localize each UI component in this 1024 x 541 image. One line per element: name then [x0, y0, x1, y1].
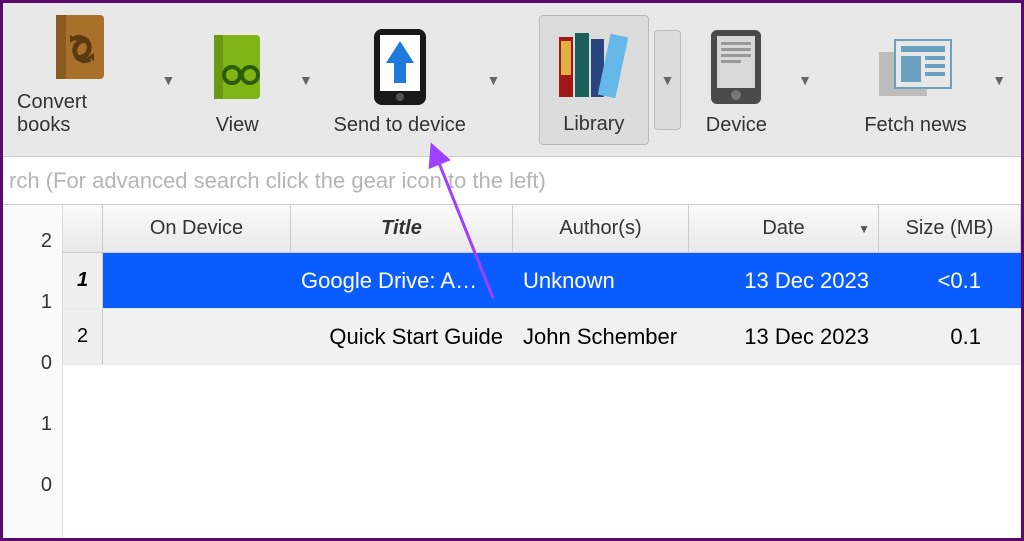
- cell-size: <0.1: [879, 253, 1021, 308]
- view-dropdown[interactable]: ▼: [292, 30, 320, 130]
- book-grid: On Device Title Author(s) Date ▼ Size (M…: [63, 205, 1021, 538]
- chevron-down-icon: ▼: [798, 72, 812, 88]
- device-icon: [707, 28, 765, 106]
- convert-dropdown[interactable]: ▼: [155, 30, 183, 130]
- yaxis-tick: 1: [41, 291, 52, 314]
- device-button[interactable]: Device: [686, 15, 786, 145]
- library-icon: [555, 27, 633, 105]
- chevron-down-icon: ▼: [487, 72, 501, 88]
- send-device-icon: [368, 28, 432, 106]
- tool-label: Convert books: [17, 91, 144, 137]
- table-row[interactable]: 1 Google Drive: A… Unknown 13 Dec 2023 <…: [63, 253, 1021, 309]
- chevron-down-icon: ▼: [299, 72, 313, 88]
- library-button[interactable]: Library: [539, 15, 649, 145]
- send-dropdown[interactable]: ▼: [480, 30, 508, 130]
- tool-label: View: [216, 114, 259, 137]
- cell-on-device: [103, 309, 291, 364]
- rownum-header[interactable]: [63, 205, 103, 252]
- yaxis-tick: 1: [41, 413, 52, 436]
- tool-label: Device: [706, 114, 767, 137]
- column-date-label: Date: [762, 217, 804, 240]
- cell-title: Quick Start Guide: [291, 309, 513, 364]
- view-button[interactable]: View: [187, 15, 287, 145]
- cell-size: 0.1: [879, 309, 1021, 364]
- fetch-news-button[interactable]: Fetch news: [850, 15, 980, 145]
- library-dropdown[interactable]: ▼: [654, 30, 682, 130]
- sort-desc-icon: ▼: [858, 222, 870, 236]
- view-icon: [210, 28, 264, 106]
- row-number: 1: [63, 253, 103, 308]
- chevron-down-icon: ▼: [992, 72, 1006, 88]
- search-bar: [3, 157, 1021, 205]
- grid-body: 1 Google Drive: A… Unknown 13 Dec 2023 <…: [63, 253, 1021, 365]
- cell-author: John Schember: [513, 309, 689, 364]
- yaxis-tick: 0: [41, 352, 52, 375]
- news-dropdown[interactable]: ▼: [985, 30, 1013, 130]
- device-dropdown[interactable]: ▼: [791, 30, 819, 130]
- chart-yaxis: 2 1 0 1 0: [3, 205, 63, 538]
- yaxis-tick: 0: [41, 474, 52, 497]
- cell-author: Unknown: [513, 253, 689, 308]
- cell-date: 13 Dec 2023: [689, 253, 879, 308]
- news-icon: [875, 28, 955, 106]
- chevron-down-icon: ▼: [162, 72, 176, 88]
- send-to-device-button[interactable]: Send to device: [325, 15, 475, 145]
- content-area: 2 1 0 1 0 On Device Title Author(s) Date…: [3, 205, 1021, 538]
- yaxis-tick: 2: [41, 230, 52, 253]
- grid-header: On Device Title Author(s) Date ▼ Size (M…: [63, 205, 1021, 253]
- cell-date: 13 Dec 2023: [689, 309, 879, 364]
- cell-title: Google Drive: A…: [291, 253, 513, 308]
- cell-on-device: [103, 253, 291, 308]
- search-input[interactable]: [7, 167, 1017, 195]
- tool-label: Library: [563, 113, 624, 136]
- column-size[interactable]: Size (MB): [879, 205, 1021, 252]
- tool-label: Fetch news: [864, 114, 966, 137]
- convert-books-button[interactable]: Convert books: [11, 15, 150, 145]
- chevron-down-icon: ▼: [661, 72, 675, 88]
- row-number: 2: [63, 309, 103, 364]
- convert-icon: [50, 11, 110, 83]
- tool-label: Send to device: [334, 114, 466, 137]
- column-authors[interactable]: Author(s): [513, 205, 689, 252]
- column-date[interactable]: Date ▼: [689, 205, 879, 252]
- toolbar: Convert books ▼ View ▼ Send to device ▼: [3, 3, 1021, 157]
- table-row[interactable]: 2 Quick Start Guide John Schember 13 Dec…: [63, 309, 1021, 365]
- column-on-device[interactable]: On Device: [103, 205, 291, 252]
- column-title[interactable]: Title: [291, 205, 513, 252]
